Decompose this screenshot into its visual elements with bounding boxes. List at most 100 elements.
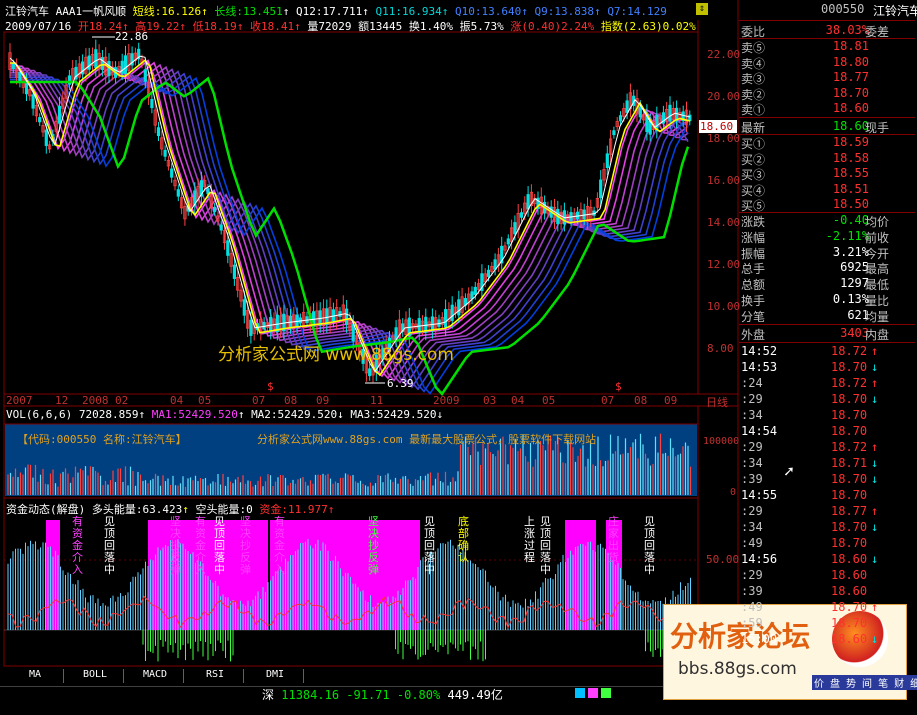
tick-price: 18.60 [831,568,868,582]
time-axis-label: 08 [284,394,298,407]
candle-body [94,49,98,68]
q10-value: Q10:13.640 [454,5,522,18]
candle-body [351,324,355,342]
signal-label: 见顶回落中 [540,515,551,576]
stat-value: 3.21% [832,244,869,259]
signal-label: 有资金介入 [274,515,285,576]
tick-price: 18.70 [831,616,868,630]
stat-label: 换手 [741,294,766,308]
quote-row-price: 18.58 [832,150,869,165]
tab-rsi[interactable]: RSI [187,669,244,683]
tick-row: 14:54 18.70 [741,424,911,439]
peak-price-label: 22.86 [115,30,149,43]
tick-row: :34 18.70 [741,408,911,423]
q7-value: Q7:14.129 [607,5,667,18]
tick-price: 18.70 [831,472,868,486]
signal-label: 见顶回落中 [644,515,655,576]
bar-turnover: 换1.40% [408,20,453,33]
price-axis-label: 12.00 [707,258,741,271]
tick-row: :59 18.70 [741,616,911,631]
signal-label: 坚决抄反弹 [170,515,181,576]
quote-row: 买④ 18.51 [741,181,911,198]
candle-body [232,264,236,279]
tick-time: 14:55 [741,488,778,502]
tick-direction-icon: ↑ [871,504,879,518]
chart-header-line2: 2009/07/16 开18.24↑ 高19.22↑ 低18.19↑ 收18.4… [5,20,696,33]
tab-ma[interactable]: MA [7,669,64,683]
candle-body [87,55,91,70]
quote-code: 000550 [821,2,865,16]
status-indicator-icon[interactable] [588,688,598,698]
tick-time: :39 [741,472,763,486]
vol-axis-top: 100000 [703,436,740,447]
capital-axis-50: 50.00 [706,553,740,566]
signal-label: 见顶回落中 [214,515,225,576]
price-axis-label: 8.00 [707,342,734,355]
candle-body [493,259,497,270]
bar-amplitude: 振5.73% [459,20,504,33]
tick-direction-icon: ↓ [871,632,879,646]
ad-banner-text: 分析家公式网www.88gs.com 最新最大股票公式，股票软件下载网站 [257,433,597,446]
tick-price: 18.60 [831,584,868,598]
candle-body [526,194,530,210]
tick-row: :29 18.77 ↑ [741,504,911,519]
stock-name: 江铃汽车 [5,5,49,18]
tick-time: :34 [741,408,763,422]
tick-price: 18.70 [831,408,868,422]
quote-title-bar: 000550 江铃汽车(1 [741,2,917,20]
tick-row: :39 18.70 ↓ [741,472,911,487]
quote-row: 买③ 18.55 [741,166,911,183]
candle-body [123,55,128,74]
bar-change: 涨(0.40)2.24% [510,20,595,33]
candle-body [249,319,253,336]
quote-row: 卖① 18.60 [741,101,911,117]
tick-price: 18.60 [831,632,868,646]
tick-time: :24 [741,376,763,390]
candle-body [688,114,692,122]
stat-right-label: 今开 [865,246,890,261]
quote-row-price: 18.80 [832,54,869,69]
vol-ma1: MA1:52429.520 [151,408,238,421]
candle-body [44,129,48,146]
tick-row: :24 18.72 ↑ [741,376,911,391]
tab-dmi[interactable]: DMI [247,669,304,683]
inner-label: 内盘 [865,328,890,342]
tab-macd[interactable]: MACD [127,669,184,683]
quote-row-price: 18.51 [832,181,869,196]
status-indicator-icon[interactable] [575,688,585,698]
time-axis-label: 04 [170,394,184,407]
signal-label: 有资金介入 [195,515,206,576]
signal-label: 坚决抄反弹 [368,515,379,576]
tick-direction-icon: ↓ [871,456,879,470]
quote-row-label: 买③ [741,168,766,183]
price-axis-label: 16.00 [707,174,741,187]
status-indicator-icon[interactable] [601,688,611,698]
time-axis-unit[interactable]: 日线 [706,394,728,410]
status-index-value: 11384.16 [281,688,340,702]
stat-right-label: 最高 [865,262,890,277]
candle-body [473,286,477,295]
quote-row-price: 18.50 [832,197,869,212]
status-market: 深 [262,688,275,702]
candle-body [212,206,217,212]
tick-row: 14:52 18.72 ↑ [741,344,911,359]
tick-time: 14:56 [741,552,778,566]
tab-boll[interactable]: BOLL [67,669,124,683]
bar-amount: 额13445 [358,20,403,33]
scroll-toggle-icon[interactable]: ⇕ [696,3,708,15]
tick-row: 14:53 18.70 ↓ [741,360,911,375]
quote-row-price: 18.70 [832,85,869,100]
quote-row-label: 卖⑤ [741,41,766,55]
quote-row-price: 18.55 [832,166,869,181]
tick-time: :29 [741,440,763,454]
tick-time: :49 [741,536,763,550]
quote-row-label: 卖④ [741,56,766,71]
candle-body [618,115,623,122]
quote-row: 卖③ 18.77 [741,70,911,86]
price-axis-label: 22.00 [707,48,741,61]
quote-row: 卖⑤ 18.81 [741,39,911,55]
status-index: 深 11384.16 -91.71 -0.80% 449.49亿 [262,686,503,703]
tick-direction-icon: ↓ [871,520,879,534]
tick-row: :29 18.72 ↑ [741,440,911,455]
stat-value: -2.11% [825,228,869,243]
